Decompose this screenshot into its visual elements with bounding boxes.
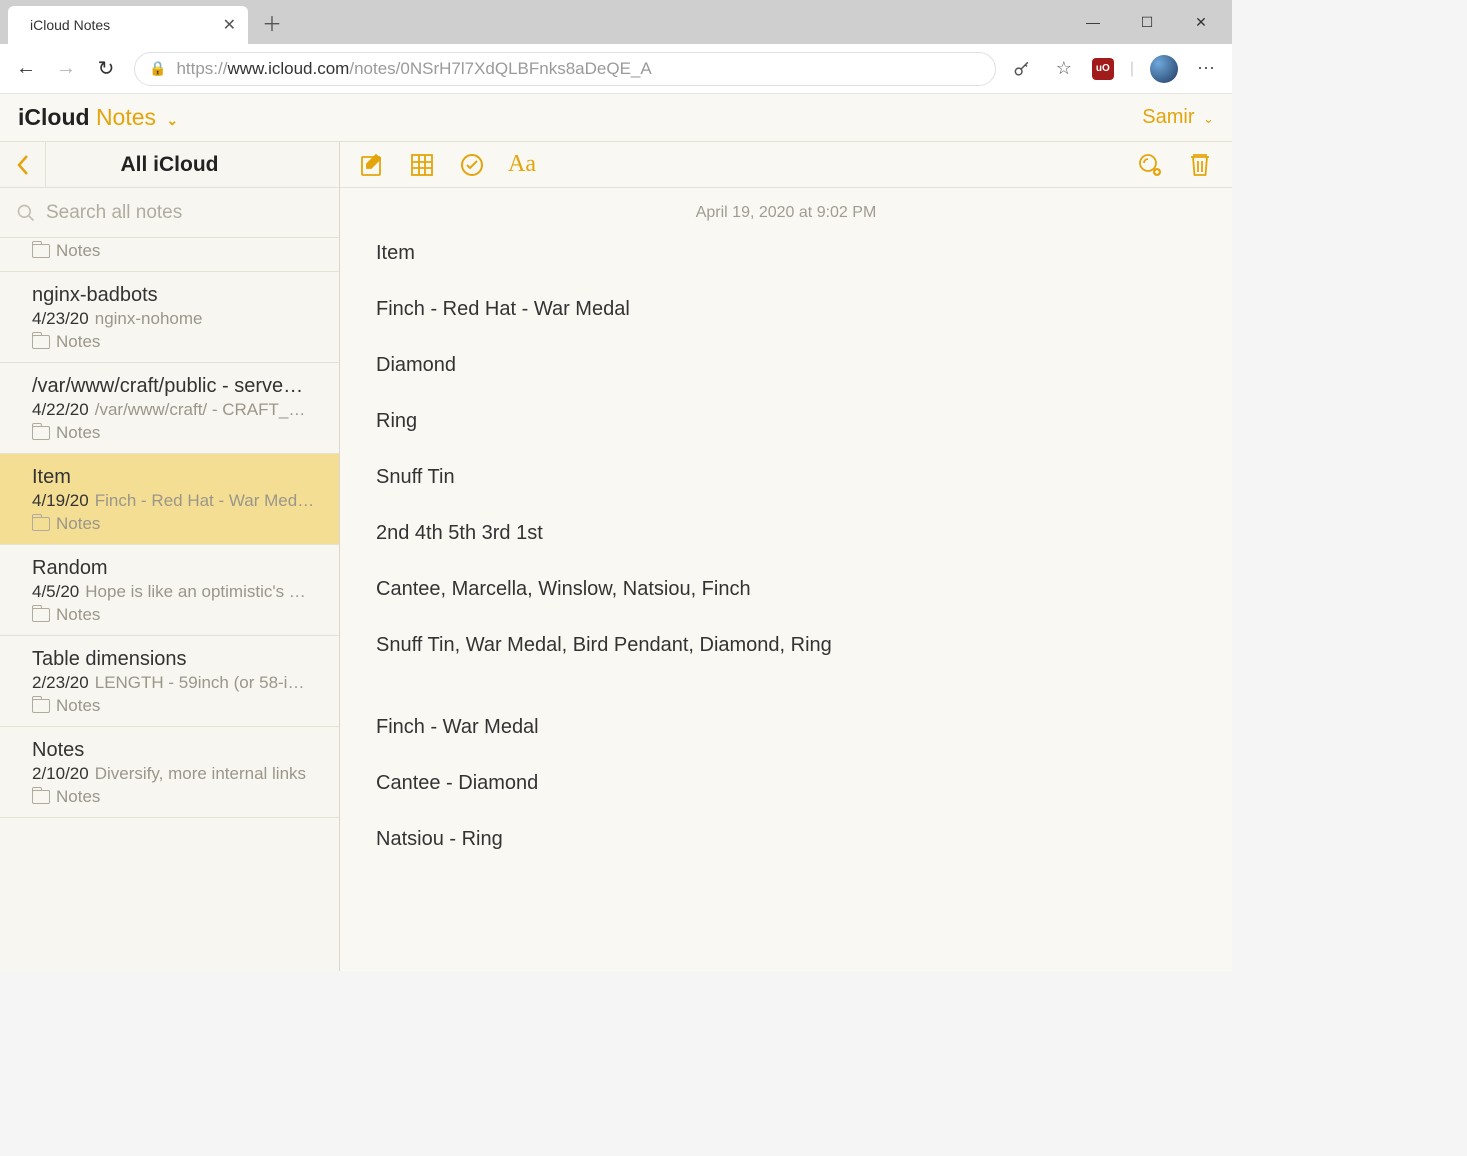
note-item-title: /var/www/craft/public - serve…	[32, 375, 323, 398]
new-tab-button[interactable]: ＋	[248, 8, 296, 37]
note-text[interactable]: Item Finch - Red Hat - War Medal Diamond Ri…	[376, 240, 1196, 852]
note-item-sub: 4/22/20/var/www/craft/ - CRAFT_…	[32, 400, 323, 420]
note-line: Cantee, Marcella, Winslow, Natsiou, Finc…	[376, 576, 1196, 602]
note-line: Finch - War Medal	[376, 714, 1196, 740]
note-list-item[interactable]: Item4/19/20Finch - Red Hat - War Med… Not…	[0, 454, 339, 545]
app-header: iCloud Notes ⌄ Samir ⌄	[0, 94, 1232, 142]
note-item-folder: Notes	[32, 696, 323, 716]
browser-toolbar: ← → ↻ 🔒 https://www.icloud.com/notes/0NS…	[0, 44, 1232, 94]
brand-dropdown[interactable]: iCloud Notes ⌄	[18, 104, 178, 131]
icloud-notes-app: iCloud Notes ⌄ Samir ⌄ All iCloud N	[0, 94, 1232, 971]
key-icon[interactable]	[1012, 59, 1036, 79]
tab-close-icon[interactable]: ✕	[223, 15, 236, 35]
note-item-folder: Notes	[32, 332, 323, 352]
address-bar[interactable]: 🔒 https://www.icloud.com/notes/0NSrH7l7X…	[134, 52, 996, 86]
checklist-icon[interactable]	[458, 151, 486, 179]
folder-icon	[32, 335, 50, 349]
note-line: Natsiou - Ring	[376, 826, 1196, 852]
sidebar-title: All iCloud	[46, 153, 339, 177]
reload-button[interactable]: ↻	[94, 56, 118, 81]
note-list-item[interactable]: Notes2/10/20Diversify, more internal lin…	[0, 727, 339, 818]
content-toolbar: Aa	[340, 142, 1232, 188]
sidebar: All iCloud Notesnginx-badbots4/23/20ngin…	[0, 142, 340, 971]
note-item-sub: 4/23/20nginx-nohome	[32, 309, 323, 329]
brand-icloud: iCloud	[18, 104, 90, 130]
format-icon[interactable]: Aa	[508, 151, 536, 179]
note-list-item[interactable]: Random4/5/20Hope is like an optimistic's…	[0, 545, 339, 636]
sidebar-header: All iCloud	[0, 142, 339, 188]
note-item-folder: Notes	[32, 423, 323, 443]
folder-icon	[32, 699, 50, 713]
minimize-button[interactable]: —	[1078, 14, 1108, 31]
folder-icon	[32, 608, 50, 622]
note-item-folder: Notes	[32, 787, 323, 807]
user-menu[interactable]: Samir ⌄	[1142, 106, 1214, 129]
search-input[interactable]	[46, 202, 323, 224]
folder-icon	[32, 426, 50, 440]
folder-icon	[32, 517, 50, 531]
brand-notes: Notes	[96, 104, 156, 130]
lock-icon: 🔒	[149, 60, 166, 77]
app-body: All iCloud Notesnginx-badbots4/23/20ngin…	[0, 142, 1232, 971]
share-icon[interactable]	[1136, 151, 1164, 179]
sidebar-back-button[interactable]	[0, 142, 46, 187]
search-icon	[16, 203, 36, 223]
search-bar[interactable]	[0, 188, 339, 238]
note-line: Item	[376, 240, 1196, 266]
compose-icon[interactable]	[358, 151, 386, 179]
note-list-item[interactable]: Notes	[0, 241, 339, 272]
trash-icon[interactable]	[1186, 151, 1214, 179]
window-controls: — ☐ ✕	[1078, 14, 1232, 31]
note-line: Snuff Tin, War Medal, Bird Pendant, Diam…	[376, 632, 1196, 658]
note-body[interactable]: April 19, 2020 at 9:02 PM Item Finch - Re…	[340, 188, 1232, 971]
browser-tab[interactable]: iCloud Notes ✕	[8, 6, 248, 44]
note-list: Notes nginx-badbots4/23/20nginx-nohome Not…	[0, 238, 339, 971]
note-item-sub: 2/23/20LENGTH - 59inch (or 58-i…	[32, 673, 323, 693]
ublock-icon[interactable]: uO	[1092, 58, 1114, 80]
tab-strip: iCloud Notes ✕ ＋ — ☐ ✕	[0, 0, 1232, 44]
note-item-folder: Notes	[32, 514, 323, 534]
more-menu-icon[interactable]: ⋯	[1194, 58, 1218, 79]
note-line: Snuff Tin	[376, 464, 1196, 490]
note-line: Cantee - Diamond	[376, 770, 1196, 796]
note-content: Aa April 19, 2020 at 9:02 PM Item Finch -…	[340, 142, 1232, 971]
note-line: Finch - Red Hat - War Medal	[376, 296, 1196, 322]
note-item-title: Item	[32, 466, 323, 489]
note-item-sub: 4/5/20Hope is like an optimistic's …	[32, 582, 323, 602]
note-item-title: Random	[32, 557, 323, 580]
grid-icon[interactable]	[408, 151, 436, 179]
tab-title: iCloud Notes	[30, 17, 213, 33]
note-line	[376, 688, 1196, 714]
note-item-sub: 4/19/20Finch - Red Hat - War Med…	[32, 491, 323, 511]
close-window-button[interactable]: ✕	[1186, 14, 1216, 31]
url-text: https://www.icloud.com/notes/0NSrH7l7XdQ…	[176, 59, 651, 79]
browser-chrome: iCloud Notes ✕ ＋ — ☐ ✕ ← → ↻ 🔒 https://w…	[0, 0, 1232, 94]
note-list-item[interactable]: /var/www/craft/public - serve…4/22/20/va…	[0, 363, 339, 454]
note-item-folder: Notes	[32, 241, 323, 261]
maximize-button[interactable]: ☐	[1132, 14, 1162, 31]
note-item-title: Notes	[32, 739, 323, 762]
chevron-down-icon: ⌄	[166, 112, 178, 128]
folder-icon	[32, 244, 50, 258]
separator: |	[1130, 60, 1134, 78]
note-line: Diamond	[376, 352, 1196, 378]
back-button[interactable]: ←	[14, 57, 38, 80]
forward-button[interactable]: →	[54, 57, 78, 80]
favorite-icon[interactable]: ☆	[1052, 58, 1076, 79]
note-item-sub: 2/10/20Diversify, more internal links	[32, 764, 323, 784]
profile-avatar[interactable]	[1150, 55, 1178, 83]
note-list-item[interactable]: nginx-badbots4/23/20nginx-nohome Notes	[0, 272, 339, 363]
note-item-title: Table dimensions	[32, 648, 323, 671]
note-line: 2nd 4th 5th 3rd 1st	[376, 520, 1196, 546]
note-date: April 19, 2020 at 9:02 PM	[376, 204, 1196, 222]
folder-icon	[32, 790, 50, 804]
chevron-down-icon: ⌄	[1203, 111, 1214, 126]
note-item-folder: Notes	[32, 605, 323, 625]
note-list-item[interactable]: Table dimensions2/23/20LENGTH - 59inch (…	[0, 636, 339, 727]
note-item-title: nginx-badbots	[32, 284, 323, 307]
note-line: Ring	[376, 408, 1196, 434]
user-name: Samir	[1142, 106, 1194, 128]
